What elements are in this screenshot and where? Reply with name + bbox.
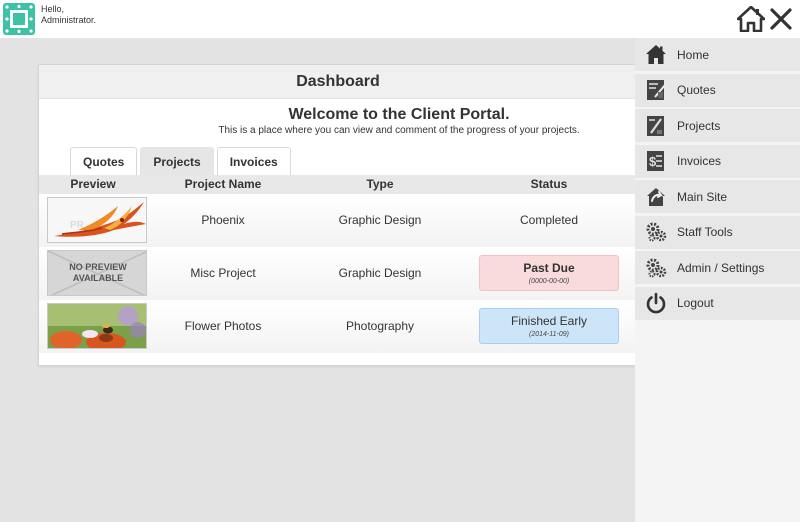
tab-quotes[interactable]: Quotes (70, 147, 138, 175)
flower-preview-image[interactable] (47, 303, 147, 349)
projects-table: Preview Project Name Type Status PR Phoe… (39, 175, 637, 353)
project-status: Completed (519, 213, 579, 227)
project-name: Misc Project (190, 266, 256, 280)
table-row[interactable]: NO PREVIEW AVAILABLE Misc Project Graphi… (39, 247, 637, 300)
project-type: Photography (345, 319, 415, 333)
sidebar-item-label: Invoices (677, 154, 722, 168)
power-icon (645, 292, 667, 314)
sidebar-item-label: Quotes (677, 83, 716, 97)
status-date: (2014-11-09) (529, 331, 569, 338)
table-header: Preview Project Name Type Status (39, 175, 637, 194)
greeting: Hello, Administrator. (41, 4, 96, 26)
projects-icon (645, 115, 667, 137)
greeting-line-1: Hello, (41, 4, 65, 14)
tab-bar: Quotes Projects Invoices (70, 147, 294, 175)
sidebar-item-admin-settings[interactable]: Admin / Settings (635, 251, 800, 284)
table-row[interactable]: PR Phoenix Graphic Design Completed (39, 194, 637, 247)
tab-invoices[interactable]: Invoices (216, 147, 291, 175)
gears-icon (645, 221, 667, 243)
column-header-project-name: Project Name (184, 177, 262, 191)
status-text: Finished Early (510, 314, 588, 328)
sidebar-item-staff-tools[interactable]: Staff Tools (635, 215, 800, 249)
status-text: Past Due (523, 261, 575, 275)
sidebar-item-label: Projects (677, 118, 721, 133)
sidebar-item-label: Main Site (677, 189, 728, 204)
dashboard-card: Dashboard Welcome to the Client Portal. … (38, 64, 638, 366)
no-preview-text-1: NO PREVIEW (69, 262, 127, 272)
column-header-type: Type (366, 177, 394, 191)
sidebar-item-label: Staff Tools (677, 225, 733, 239)
app-logo-icon[interactable] (3, 3, 35, 35)
sidebar-item-label: Home (677, 47, 710, 62)
home-icon[interactable] (736, 5, 766, 33)
tab-projects[interactable]: Projects (140, 147, 214, 175)
home-icon (645, 44, 667, 66)
project-name: Flower Photos (184, 319, 262, 333)
main-site-icon (645, 186, 667, 208)
welcome-heading: Welcome to the Client Portal. (288, 106, 510, 123)
sidebar-item-label: Logout (677, 296, 714, 310)
status-badge-finished-early: Finished Early (2014-11-09) (479, 308, 619, 344)
svg-text:$: $ (649, 154, 657, 169)
sidebar-item-label: Admin / Settings (677, 260, 765, 275)
no-preview-text-2: AVAILABLE (72, 273, 124, 283)
phoenix-preview-image[interactable]: PR (47, 197, 147, 243)
sidebar-item-main-site[interactable]: Main Site (635, 180, 800, 213)
no-preview-image[interactable]: NO PREVIEW AVAILABLE (47, 250, 147, 296)
status-badge-past-due: Past Due (0000-00-00) (479, 255, 619, 291)
invoices-icon: $ (645, 150, 667, 172)
greeting-line-2: Administrator. (41, 15, 97, 25)
table-row[interactable]: Flower Photos Photography Finished Early… (39, 300, 637, 353)
welcome-subtitle: This is a place where you can view and c… (218, 125, 580, 136)
sidebar-item-invoices[interactable]: $ Invoices (635, 144, 800, 178)
quotes-icon (645, 79, 667, 101)
sidebar-item-home[interactable]: Home (635, 38, 800, 71)
project-name: Phoenix (201, 213, 245, 227)
sidebar-item-projects[interactable]: Projects (635, 109, 800, 142)
sidebar-item-logout[interactable]: Logout (635, 286, 800, 320)
project-type: Graphic Design (338, 266, 422, 280)
column-header-status: Status (530, 177, 568, 191)
sidebar-item-quotes[interactable]: Quotes (635, 73, 800, 107)
status-date: (0000-00-00) (528, 278, 570, 285)
card-title: Dashboard (39, 65, 637, 99)
sidebar-menu: Home Quotes Projects $ Invoices Main Sit… (635, 38, 800, 522)
gears-icon (645, 257, 667, 279)
column-header-preview: Preview (70, 177, 116, 191)
project-type: Graphic Design (338, 213, 422, 227)
close-icon[interactable] (769, 7, 793, 31)
top-bar: Hello, Administrator. (0, 0, 800, 38)
